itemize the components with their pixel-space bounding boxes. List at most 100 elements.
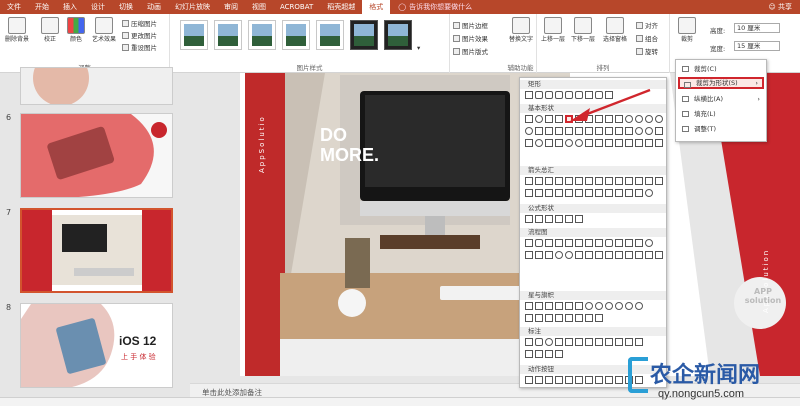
shape-border-callout4[interactable]	[555, 350, 563, 358]
shape-diag-stripe[interactable]	[575, 127, 583, 135]
shape-accent-callout1[interactable]	[605, 338, 613, 346]
tab-transitions[interactable]: 切换	[112, 0, 140, 14]
menu-item-fill[interactable]: 填充(L)	[678, 108, 764, 120]
shape-notched-arrow[interactable]	[555, 189, 563, 197]
shape-flow-predefined[interactable]	[565, 239, 573, 247]
shape-cloud[interactable]	[585, 139, 593, 147]
picture-border-button[interactable]: 图片边框	[453, 20, 488, 30]
share-button[interactable]: ☺ 共享	[768, 2, 792, 12]
picture-style-1[interactable]	[180, 20, 208, 50]
slide-thumbnail-7[interactable]	[20, 208, 173, 293]
shape-flow-multidocument[interactable]	[595, 239, 603, 247]
shape-callout-cloud[interactable]	[555, 338, 563, 346]
shape-wave[interactable]	[585, 314, 593, 322]
shape-plus[interactable]	[585, 127, 593, 135]
tab-view[interactable]: 视图	[245, 0, 273, 14]
shape-action-forward[interactable]	[535, 376, 543, 384]
shape-arc[interactable]	[595, 139, 603, 147]
shape-lightning[interactable]	[555, 139, 563, 147]
shape-flow-document[interactable]	[585, 239, 593, 247]
shape-left-callout-arrow[interactable]	[605, 189, 613, 197]
shape-accent-callout3[interactable]	[625, 338, 633, 346]
shape-rectangle[interactable]	[525, 91, 533, 99]
shape-down-arrow[interactable]	[555, 177, 563, 185]
shape-up-down-arrow[interactable]	[575, 177, 583, 185]
slide-thumbnail-5[interactable]	[20, 67, 173, 105]
tab-slideshow[interactable]: 幻灯片放映	[168, 0, 217, 14]
compress-button[interactable]: 压缩图片	[122, 18, 157, 28]
tell-me-box[interactable]: ◯ 告诉我你想要做什么	[398, 2, 472, 12]
send-backward-button[interactable]: 下移一层	[569, 17, 597, 43]
shape-left-right-arrow[interactable]	[565, 177, 573, 185]
shape-border-callout3[interactable]	[545, 350, 553, 358]
shape-double-wave[interactable]	[595, 314, 603, 322]
shape-flow-decision[interactable]	[545, 239, 553, 247]
shape-flow-magnetic-disk[interactable]	[645, 251, 653, 259]
shape-action-info[interactable]	[575, 376, 583, 384]
shape-chord[interactable]	[525, 127, 533, 135]
picture-style-2[interactable]	[214, 20, 242, 50]
shape-flow-punched-tape[interactable]	[545, 251, 553, 259]
shape-math-multiply[interactable]	[545, 215, 553, 223]
shape-flow-process[interactable]	[525, 239, 533, 247]
shape-star7[interactable]	[575, 302, 583, 310]
shape-left-bracket[interactable]	[625, 139, 633, 147]
shape-folded-corner[interactable]	[525, 139, 533, 147]
shape-math-divide[interactable]	[555, 215, 563, 223]
shape-flow-connector[interactable]	[645, 239, 653, 247]
shape-ribbon-down[interactable]	[535, 314, 543, 322]
shape-flow-data[interactable]	[555, 239, 563, 247]
shape-star16[interactable]	[615, 302, 623, 310]
shape-striped-arrow[interactable]	[545, 189, 553, 197]
reset-picture-button[interactable]: 重设图片	[122, 42, 157, 52]
slide-thumbnail-6[interactable]	[20, 113, 173, 198]
shape-line-callout4[interactable]	[595, 338, 603, 346]
shape-left-brace[interactable]	[645, 139, 653, 147]
menu-item-crop[interactable]: 裁剪(C)	[678, 63, 764, 75]
change-picture-button[interactable]: 更改图片	[122, 30, 157, 40]
shape-snip-rect[interactable]	[545, 91, 553, 99]
menu-item-crop-to-shape[interactable]: 裁剪为形状(S) ›	[678, 77, 764, 89]
shape-flow-summing[interactable]	[555, 251, 563, 259]
shape-flow-card[interactable]	[535, 251, 543, 259]
shape-line-callout3[interactable]	[585, 338, 593, 346]
styles-more-button[interactable]: ▾	[417, 44, 420, 52]
rotate-button[interactable]: 旋转	[636, 46, 658, 56]
shape-explosion2[interactable]	[535, 302, 543, 310]
shape-callout-rect[interactable]	[525, 338, 533, 346]
shape-accent-callout4[interactable]	[635, 338, 643, 346]
picture-style-3[interactable]	[248, 20, 276, 50]
tab-home[interactable]: 开始	[28, 0, 56, 14]
shape-left-right-up-arrow[interactable]	[595, 177, 603, 185]
picture-layout-button[interactable]: 图片版式	[453, 46, 488, 56]
shape-star24[interactable]	[625, 302, 633, 310]
shape-action-back[interactable]	[525, 376, 533, 384]
shape-flow-internal-storage[interactable]	[575, 239, 583, 247]
align-button[interactable]: 对齐	[636, 20, 658, 30]
shape-action-document[interactable]	[605, 376, 613, 384]
shape-star5[interactable]	[555, 302, 563, 310]
shape-star32[interactable]	[635, 302, 643, 310]
shape-star6[interactable]	[565, 302, 573, 310]
shape-no-symbol[interactable]	[645, 127, 653, 135]
shape-chevron[interactable]	[575, 189, 583, 197]
shape-flow-direct-access[interactable]	[655, 251, 663, 259]
shape-flow-sort[interactable]	[585, 251, 593, 259]
shape-line-callout2[interactable]	[575, 338, 583, 346]
shape-bent-up-arrow[interactable]	[635, 177, 643, 185]
shape-frame2[interactable]	[545, 127, 553, 135]
shape-flow-merge[interactable]	[605, 251, 613, 259]
shape-bevel[interactable]	[625, 127, 633, 135]
shape-horizontal-scroll[interactable]	[575, 314, 583, 322]
picture-style-4[interactable]	[282, 20, 310, 50]
slide-thumbnail-8[interactable]: iOS 12 上 手 体 验	[20, 303, 173, 388]
height-input[interactable]: 10 厘米	[734, 23, 780, 33]
shape-textbox[interactable]	[525, 115, 533, 123]
tab-acrobat[interactable]: ACROBAT	[273, 0, 320, 14]
shape-star8[interactable]	[585, 302, 593, 310]
shape-quad-callout-arrow[interactable]	[635, 189, 643, 197]
shape-can[interactable]	[605, 127, 613, 135]
remove-background-button[interactable]: 删除背景	[3, 17, 31, 43]
shape-up-arrow[interactable]	[545, 177, 553, 185]
shape-flow-terminator[interactable]	[605, 239, 613, 247]
